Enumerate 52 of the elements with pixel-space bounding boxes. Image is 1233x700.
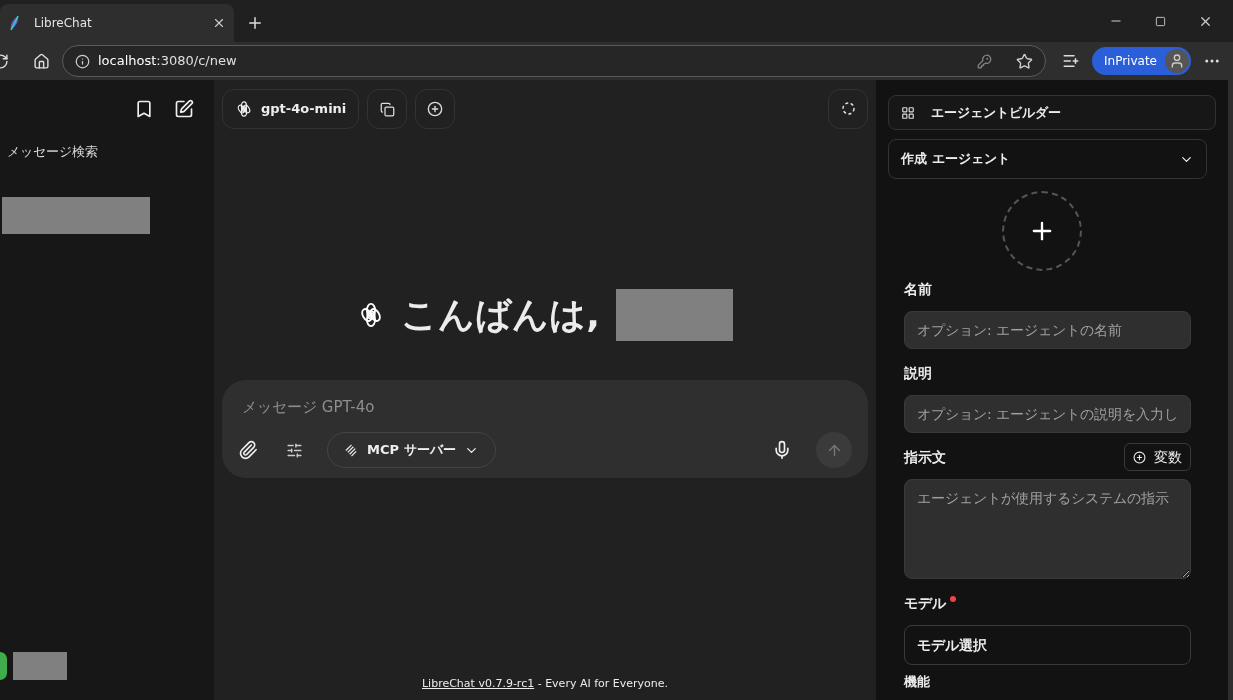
field-label: モデル [904,593,946,613]
footer-text: LibreChat v0.7.9-rc1 - Every AI for Everyone. [420,675,670,692]
greeting-text: こんばんは, [401,293,600,337]
attach-icon[interactable] [238,440,258,460]
new-tab-icon[interactable] [246,14,264,32]
copy-button[interactable] [367,89,408,129]
address-bar[interactable]: localhost:3080/c/new [62,45,1046,77]
agent-select[interactable]: 作成 エージェント [888,139,1207,179]
grid-icon [901,105,915,120]
field-label: 説明 [904,363,932,383]
model-selector[interactable]: gpt-4o-mini [222,89,360,129]
inprivate-button[interactable]: InPrivate [1092,47,1191,75]
plus-circle-icon [427,101,444,117]
settings-icon[interactable] [286,441,303,459]
mcp-icon [344,442,359,458]
bookmark-icon[interactable] [134,99,154,119]
favorites-icon[interactable] [1062,52,1080,70]
dashed-chat-icon [840,101,856,117]
field-label: 名前 [904,279,932,299]
text-input-field[interactable]: オプション: エージェントの説明を入力し [904,395,1191,433]
field-label: 機能 [904,675,931,688]
info-icon [75,53,90,69]
redacted-block [13,652,67,680]
message-composer[interactable]: メッセージ GPT-4o MCP サーバー [222,380,868,478]
new-chat-icon[interactable] [174,99,194,119]
copy-icon [379,101,395,117]
star-icon[interactable] [1016,52,1033,70]
close-icon[interactable] [212,16,226,30]
key-icon[interactable] [977,53,992,69]
version-link[interactable]: LibreChat v0.7.9-rc1 [421,676,535,690]
model-select[interactable]: モデル選択 [904,625,1191,665]
panel-title: エージェントビルダー [931,103,1061,122]
user-avatar [0,652,7,680]
instructions-field[interactable]: エージェントが使用するシステムの指示 [904,479,1191,579]
required-asterisk [950,596,956,602]
add-avatar-button[interactable] [1002,191,1082,271]
home-icon[interactable] [33,52,50,70]
field-label: 指示文 [904,447,946,467]
search-messages-link[interactable]: メッセージ検索 [0,142,98,162]
text-input-field[interactable]: オプション: エージェントの名前 [904,311,1191,349]
variables-button[interactable]: 変数 [1124,443,1191,471]
maximize-icon[interactable] [1155,15,1166,27]
browser-tab[interactable]: LibreChat [0,4,234,42]
url-text: localhost:3080/c/new [98,52,238,71]
microphone-icon[interactable] [772,440,792,460]
avatar-icon [1165,49,1189,73]
add-button[interactable] [415,89,456,129]
tab-title: LibreChat [34,15,93,32]
temporary-chat-button[interactable] [828,89,868,129]
app-logo-icon [8,15,22,31]
plus-circle-icon [1133,450,1146,464]
model-logo-icon [235,100,253,118]
